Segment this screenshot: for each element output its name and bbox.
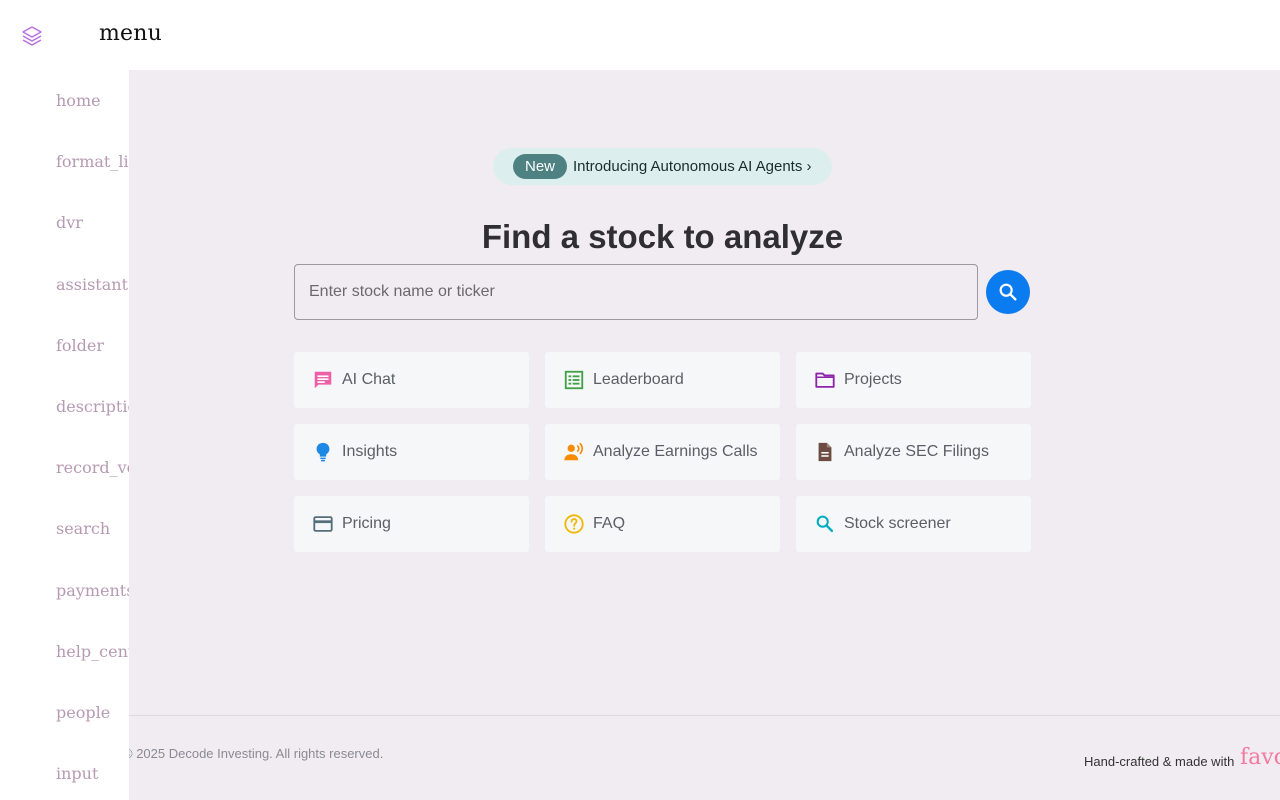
- folder-icon: [815, 372, 835, 388]
- card-label: Projects: [844, 371, 902, 388]
- card-ai-chat[interactable]: AI Chat: [294, 352, 529, 408]
- card-analyze-sec-filings[interactable]: Analyze SEC Filings: [796, 424, 1031, 480]
- sidebar-item-help-center[interactable]: help_center: [56, 642, 129, 661]
- lightbulb-icon: [316, 442, 330, 462]
- help-circle-icon: [564, 514, 584, 534]
- search-icon: [999, 283, 1017, 301]
- menu-button[interactable]: menu: [99, 21, 162, 46]
- card-label: Insights: [342, 443, 398, 460]
- announcement-text[interactable]: Introducing Autonomous AI Agents ›: [573, 158, 812, 175]
- main-content: New Introducing Autonomous AI Agents › F…: [129, 70, 1280, 800]
- sidebar-item-search[interactable]: search: [56, 519, 110, 538]
- search-button[interactable]: [986, 270, 1030, 314]
- copyright-text: © 2025 Decode Investing. All rights rese…: [129, 746, 384, 761]
- sidebar-item-input[interactable]: input: [56, 764, 98, 783]
- search-icon: [816, 515, 834, 533]
- sidebar-item-record-voice[interactable]: record_voice: [56, 458, 129, 477]
- document-icon: [818, 442, 832, 462]
- footer-divider: [129, 715, 1280, 716]
- card-label: Analyze Earnings Calls: [593, 443, 758, 460]
- layers-icon[interactable]: [20, 24, 44, 48]
- sidebar-item-assistant[interactable]: assistant: [56, 275, 128, 294]
- sidebar-item-description[interactable]: description: [56, 397, 129, 416]
- new-badge: New: [513, 154, 568, 179]
- card-faq[interactable]: FAQ: [545, 496, 780, 552]
- announcement-banner[interactable]: New Introducing Autonomous AI Agents ›: [493, 148, 832, 185]
- list-icon: [564, 370, 584, 390]
- card-label: Analyze SEC Filings: [844, 443, 989, 460]
- sidebar-item-folder[interactable]: folder: [56, 336, 104, 355]
- favorite-icon: favo: [1240, 745, 1280, 770]
- sidebar-item-format-list[interactable]: format_list: [56, 152, 129, 171]
- handcrafted-text: Hand-crafted & made with: [1084, 754, 1235, 769]
- card-analyze-earnings-calls[interactable]: Analyze Earnings Calls: [545, 424, 780, 480]
- sidebar-item-people[interactable]: people: [56, 703, 110, 722]
- search-input[interactable]: [295, 265, 977, 319]
- sidebar-item-dvr[interactable]: dvr: [56, 213, 83, 232]
- card-label: FAQ: [593, 515, 626, 532]
- card-insights[interactable]: Insights: [294, 424, 529, 480]
- card-projects[interactable]: Projects: [796, 352, 1031, 408]
- credit-card-icon: [313, 516, 333, 532]
- card-pricing[interactable]: Pricing: [294, 496, 529, 552]
- chat-icon: [314, 371, 332, 389]
- page-title: Find a stock to analyze: [481, 218, 844, 255]
- card-label: AI Chat: [342, 371, 396, 388]
- sidebar-item-home[interactable]: home: [56, 91, 101, 110]
- card-label: Leaderboard: [593, 371, 684, 388]
- card-stock-screener[interactable]: Stock screener: [796, 496, 1031, 552]
- search-field[interactable]: [294, 264, 978, 320]
- top-bar: menu: [0, 0, 1280, 70]
- card-label: Stock screener: [844, 515, 951, 532]
- card-label: Pricing: [342, 515, 391, 532]
- sidebar-item-payments[interactable]: payments: [56, 581, 129, 600]
- card-leaderboard[interactable]: Leaderboard: [545, 352, 780, 408]
- voice-icon: [564, 442, 583, 461]
- sidebar: home format_list dvr assistant folder de…: [0, 70, 129, 800]
